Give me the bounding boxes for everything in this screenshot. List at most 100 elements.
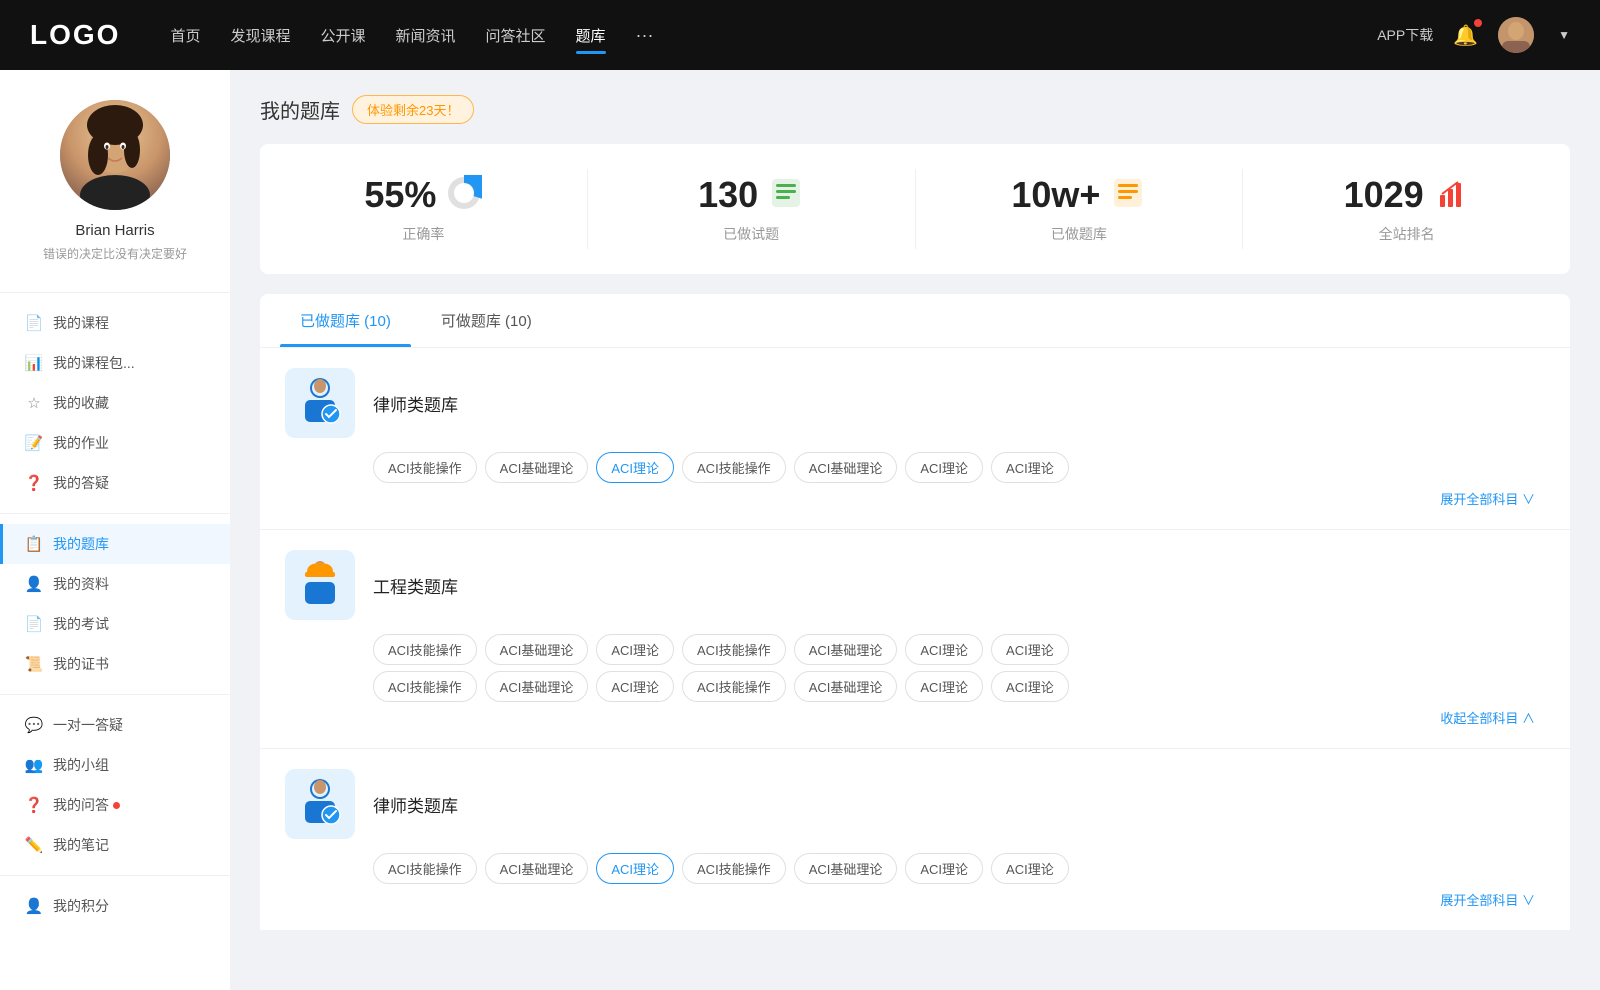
sidebar-item-homework[interactable]: 📝 我的作业	[0, 423, 230, 463]
eng-tag-2-4[interactable]: ACI技能操作	[682, 671, 786, 702]
book-green-icon	[768, 175, 804, 216]
tag-3-7[interactable]: ACI理论	[991, 853, 1069, 884]
nav-open-course[interactable]: 公开课	[320, 21, 365, 50]
sidebar-item-course-package[interactable]: 📊 我的课程包...	[0, 343, 230, 383]
tag-1-2[interactable]: ACI基础理论	[485, 452, 589, 483]
tag-3-4[interactable]: ACI技能操作	[682, 853, 786, 884]
stat-done-number: 130	[698, 174, 758, 216]
user-avatar	[60, 100, 170, 210]
nav-qa[interactable]: 问答社区	[486, 21, 546, 50]
eng-tag-1-4[interactable]: ACI技能操作	[682, 634, 786, 665]
tag-1-4[interactable]: ACI技能操作	[682, 452, 786, 483]
tag-3-2[interactable]: ACI基础理论	[485, 853, 589, 884]
sidebar-item-my-question[interactable]: ❓ 我的问答	[0, 785, 230, 825]
sidebar-item-my-points[interactable]: 👤 我的积分	[0, 886, 230, 926]
nav-news[interactable]: 新闻资讯	[396, 21, 456, 50]
tag-3-6[interactable]: ACI理论	[905, 853, 983, 884]
notification-dot	[1474, 19, 1482, 27]
tab-available-banks[interactable]: 可做题库 (10)	[421, 294, 552, 347]
stat-done-banks: 10w+ 已做题库	[916, 169, 1244, 249]
eng-tag-1-6[interactable]: ACI理论	[905, 634, 983, 665]
eng-tag-1-2[interactable]: ACI基础理论	[485, 634, 589, 665]
tag-1-5[interactable]: ACI基础理论	[794, 452, 898, 483]
nav-discover[interactable]: 发现课程	[230, 21, 290, 50]
navbar: LOGO 首页 发现课程 公开课 新闻资讯 问答社区 题库 ··· APP下载 …	[0, 0, 1600, 70]
book-orange-icon	[1110, 175, 1146, 216]
nav-home[interactable]: 首页	[170, 21, 200, 50]
eng-tag-2-3[interactable]: ACI理论	[596, 671, 674, 702]
one-on-one-icon: 💬	[25, 716, 43, 734]
stat-rank-top: 1029	[1263, 174, 1550, 216]
my-data-label: 我的资料	[53, 574, 109, 594]
tag-1-3[interactable]: ACI理论	[596, 452, 674, 483]
stat-banks-number: 10w+	[1011, 174, 1100, 216]
bank-name-lawyer-2: 律师类题库	[373, 792, 458, 817]
stat-accuracy-label: 正确率	[280, 224, 567, 244]
my-exam-icon: 📄	[25, 615, 43, 633]
tag-1-6[interactable]: ACI理论	[905, 452, 983, 483]
tags-row-lawyer-1: ACI技能操作 ACI基础理论 ACI理论 ACI技能操作 ACI基础理论 AC…	[285, 452, 1545, 483]
eng-tag-1-3[interactable]: ACI理论	[596, 634, 674, 665]
logo[interactable]: LOGO	[30, 19, 120, 51]
sidebar-item-my-bank[interactable]: 📋 我的题库	[0, 524, 230, 564]
sidebar-item-my-exam[interactable]: 📄 我的考试	[0, 604, 230, 644]
tags-row-lawyer-2: ACI技能操作 ACI基础理论 ACI理论 ACI技能操作 ACI基础理论 AC…	[285, 853, 1545, 884]
bank-header-lawyer-2: 律师类题库	[285, 769, 1545, 839]
sidebar-item-my-course[interactable]: 📄 我的课程	[0, 303, 230, 343]
tag-1-1[interactable]: ACI技能操作	[373, 452, 477, 483]
tab-done-banks[interactable]: 已做题库 (10)	[280, 294, 411, 347]
my-course-icon: 📄	[25, 314, 43, 332]
sidebar-item-qa[interactable]: ❓ 我的答疑	[0, 463, 230, 503]
user-avatar-nav[interactable]	[1498, 17, 1534, 53]
nav-more[interactable]: ···	[636, 21, 654, 50]
sidebar-item-favorites[interactable]: ☆ 我的收藏	[0, 383, 230, 423]
homework-icon: 📝	[25, 434, 43, 452]
page-title: 我的题库	[260, 95, 340, 124]
expand-button-3[interactable]: 展开全部科目 ∨	[1440, 893, 1535, 908]
expand-button-1[interactable]: 展开全部科目 ∨	[1440, 492, 1535, 507]
tag-3-3[interactable]: ACI理论	[596, 853, 674, 884]
tag-1-7[interactable]: ACI理论	[991, 452, 1069, 483]
my-notes-label: 我的笔记	[53, 835, 109, 855]
tags-row-engineer-1: ACI技能操作 ACI基础理论 ACI理论 ACI技能操作 ACI基础理论 AC…	[285, 634, 1545, 665]
bank-name-lawyer-1: 律师类题库	[373, 391, 458, 416]
eng-tag-1-7[interactable]: ACI理论	[991, 634, 1069, 665]
stat-accuracy-number: 55%	[364, 174, 436, 216]
sidebar-divider-4	[0, 875, 230, 876]
eng-tag-1-5[interactable]: ACI基础理论	[794, 634, 898, 665]
tag-3-5[interactable]: ACI基础理论	[794, 853, 898, 884]
my-group-label: 我的小组	[53, 755, 109, 775]
sidebar-item-my-group[interactable]: 👥 我的小组	[0, 745, 230, 785]
eng-tag-2-5[interactable]: ACI基础理论	[794, 671, 898, 702]
main-layout: Brian Harris 错误的决定比没有决定要好 📄 我的课程 📊 我的课程包…	[0, 70, 1600, 990]
collapse-button-engineer[interactable]: 收起全部科目 ∧	[1440, 711, 1535, 726]
main-content: 我的题库 体验剩余23天！ 55% 正确率	[230, 70, 1600, 990]
sidebar-item-my-data[interactable]: 👤 我的资料	[0, 564, 230, 604]
banks-container: 律师类题库 ACI技能操作 ACI基础理论 ACI理论 ACI技能操作 ACI基…	[260, 348, 1570, 930]
sidebar-item-one-on-one[interactable]: 💬 一对一答疑	[0, 705, 230, 745]
my-group-icon: 👥	[25, 756, 43, 774]
navbar-right: APP下载 🔔 ▼	[1377, 17, 1570, 53]
my-cert-label: 我的证书	[53, 654, 109, 674]
lawyer-icon-wrap-2	[285, 769, 355, 839]
eng-tag-2-6[interactable]: ACI理论	[905, 671, 983, 702]
tabs-bar: 已做题库 (10) 可做题库 (10)	[260, 294, 1570, 348]
eng-tag-2-7[interactable]: ACI理论	[991, 671, 1069, 702]
nav-bank[interactable]: 题库	[576, 21, 606, 50]
my-question-label: 我的问答	[53, 795, 109, 815]
notification-bell[interactable]: 🔔	[1453, 23, 1478, 48]
eng-tag-2-2[interactable]: ACI基础理论	[485, 671, 589, 702]
eng-tag-1-1[interactable]: ACI技能操作	[373, 634, 477, 665]
sidebar-menu: 📄 我的课程 📊 我的课程包... ☆ 我的收藏 📝 我的作业 ❓ 我的答疑 �	[0, 303, 230, 926]
my-points-label: 我的积分	[53, 896, 109, 916]
user-menu-chevron[interactable]: ▼	[1558, 28, 1570, 42]
chart-red-icon	[1434, 175, 1470, 216]
stat-done-questions: 130 已做试题	[588, 169, 916, 249]
sidebar-divider-2	[0, 513, 230, 514]
tag-3-1[interactable]: ACI技能操作	[373, 853, 477, 884]
app-download-button[interactable]: APP下载	[1377, 25, 1433, 45]
eng-tag-2-1[interactable]: ACI技能操作	[373, 671, 477, 702]
bank-header-engineer: 工程类题库	[285, 550, 1545, 620]
sidebar-item-my-cert[interactable]: 📜 我的证书	[0, 644, 230, 684]
sidebar-item-my-notes[interactable]: ✏️ 我的笔记	[0, 825, 230, 865]
